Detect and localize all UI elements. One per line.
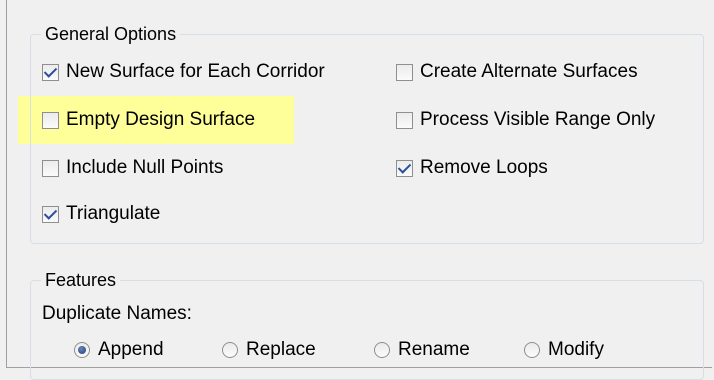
- include-null-label: Include Null Points: [66, 157, 224, 178]
- radio-circle[interactable]: [374, 342, 390, 358]
- replace-label: Replace: [246, 339, 316, 360]
- general-options-title: General Options: [41, 23, 181, 45]
- checkbox-box[interactable]: [396, 111, 413, 129]
- replace-radio[interactable]: Replace: [222, 336, 316, 364]
- append-label: Append: [98, 339, 164, 360]
- radio-circle[interactable]: [524, 342, 540, 358]
- checkbox-box[interactable]: [42, 159, 59, 177]
- append-radio[interactable]: Append: [74, 336, 164, 364]
- features-title: Features: [41, 269, 121, 291]
- triangulate-label: Triangulate: [66, 203, 161, 224]
- include-null-checkbox[interactable]: Include Null Points: [42, 154, 223, 182]
- rename-label: Rename: [398, 339, 470, 360]
- radio-circle[interactable]: [74, 342, 90, 358]
- features-group: Features: [30, 269, 704, 380]
- empty-design-checkbox[interactable]: Empty Design Surface: [42, 106, 255, 134]
- duplicate-names-label: Duplicate Names:: [42, 301, 192, 327]
- checkbox-box[interactable]: [42, 63, 59, 81]
- process-visible-checkbox[interactable]: Process Visible Range Only: [396, 106, 655, 134]
- modify-radio[interactable]: Modify: [524, 336, 604, 364]
- checkbox-box[interactable]: [396, 159, 413, 177]
- remove-loops-checkbox[interactable]: Remove Loops: [396, 154, 548, 182]
- checkbox-box[interactable]: [42, 205, 59, 223]
- process-visible-label: Process Visible Range Only: [420, 109, 656, 130]
- checkbox-box[interactable]: [42, 111, 59, 129]
- duplicate-names-text: Duplicate Names:: [42, 303, 192, 324]
- modify-label: Modify: [548, 339, 604, 360]
- create-alternate-checkbox[interactable]: Create Alternate Surfaces: [396, 58, 638, 86]
- triangulate-checkbox[interactable]: Triangulate: [42, 200, 160, 228]
- new-surface-checkbox[interactable]: New Surface for Each Corridor: [42, 58, 325, 86]
- empty-design-label: Empty Design Surface: [66, 109, 256, 130]
- create-alternate-label: Create Alternate Surfaces: [420, 61, 638, 82]
- remove-loops-label: Remove Loops: [420, 157, 548, 178]
- new-surface-label: New Surface for Each Corridor: [66, 61, 325, 82]
- checkbox-box[interactable]: [396, 63, 413, 81]
- rename-radio[interactable]: Rename: [374, 336, 470, 364]
- radio-circle[interactable]: [222, 342, 238, 358]
